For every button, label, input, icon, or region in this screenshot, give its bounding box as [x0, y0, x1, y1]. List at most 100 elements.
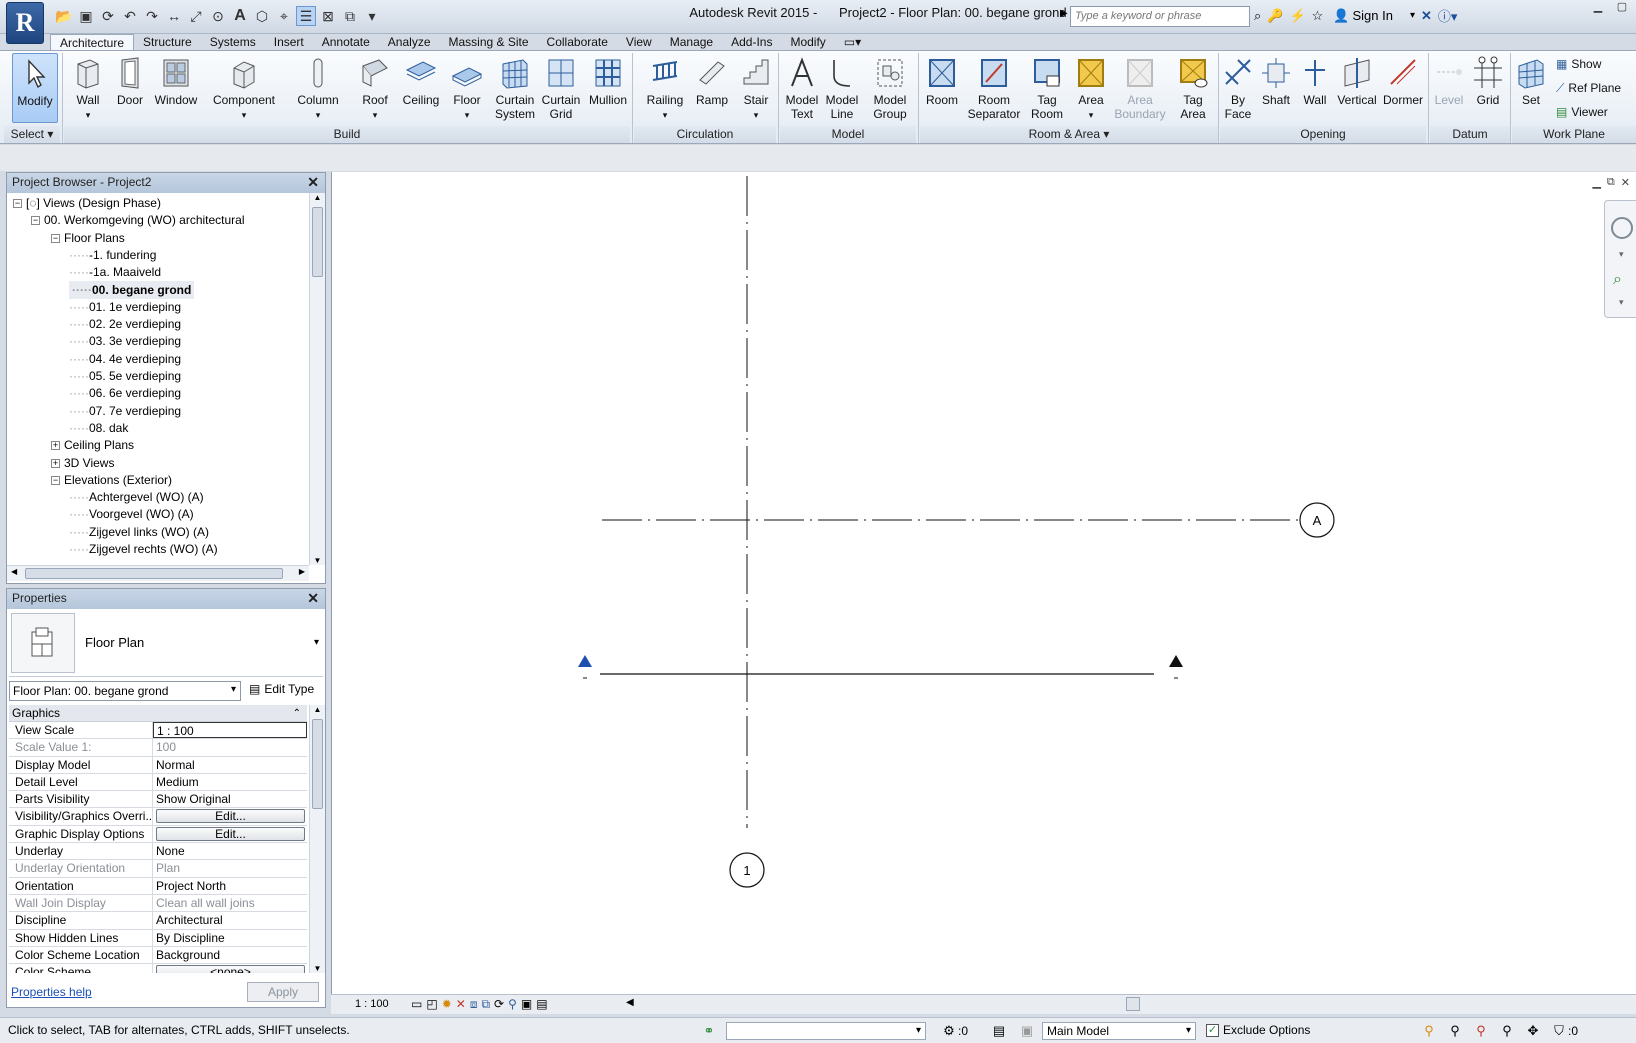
temporary-hide-icon[interactable]: ⚲	[508, 997, 517, 1012]
model-group-button[interactable]: Model Group	[866, 53, 914, 123]
scroll-thumb[interactable]	[25, 568, 283, 579]
binoculars-icon[interactable]: ⌕	[1254, 8, 1261, 24]
tab-view[interactable]: View	[617, 34, 661, 50]
chevron-down-icon[interactable]: ▾	[1619, 249, 1624, 260]
property-edit-button[interactable]: Edit...	[156, 809, 305, 824]
shaft-button[interactable]: Shaft	[1256, 53, 1296, 123]
3d-view-icon[interactable]: ⬡	[252, 6, 272, 26]
tree-item[interactable]: ·····02. 2e verdieping	[69, 315, 181, 333]
property-value[interactable]: Background	[153, 947, 307, 963]
tab-architecture[interactable]: Architecture	[50, 34, 135, 51]
property-edit-button[interactable]: Edit...	[156, 826, 305, 841]
minimize-icon[interactable]: ▁	[1592, 176, 1600, 189]
scroll-thumb[interactable]	[312, 207, 323, 277]
property-value[interactable]: <none>	[153, 964, 307, 973]
sun-path-icon[interactable]: ✹	[442, 997, 452, 1012]
viewer-button[interactable]: ▤ Viewer	[1556, 103, 1608, 121]
close-icon[interactable]: ✕	[1621, 176, 1630, 189]
type-selector[interactable]: Floor Plan ▾	[9, 611, 323, 677]
worksets-icon[interactable]: ⚭	[700, 1022, 718, 1040]
expand-icon[interactable]: +	[51, 458, 60, 468]
close-hidden-icon[interactable]: ⊠	[318, 6, 338, 26]
workset-dropdown[interactable]: ▾	[726, 1022, 926, 1040]
chevron-down-icon[interactable]: ▾	[1619, 297, 1624, 308]
text-icon[interactable]: A	[230, 6, 250, 26]
property-value[interactable]: Edit...	[153, 826, 307, 842]
design-options-icon[interactable]: ▤	[990, 1022, 1008, 1040]
tree-item[interactable]: ·····01. 1e verdieping	[69, 298, 181, 316]
tag-room-button[interactable]: Tag Room	[1024, 53, 1070, 123]
area-boundary-button[interactable]: Area Boundary	[1112, 53, 1168, 123]
design-option-dropdown[interactable]: Main Model ▾	[1042, 1022, 1196, 1040]
select-pinned-icon[interactable]: ⚲	[1472, 1022, 1490, 1040]
tree-item[interactable]: ·····03. 3e verdieping	[69, 332, 181, 350]
select-links-icon[interactable]: ⚲	[1420, 1022, 1438, 1040]
application-menu-button[interactable]: R	[6, 2, 44, 44]
exclude-options-checkbox[interactable]: ✓ Exclude Options	[1206, 1023, 1310, 1037]
show-workplane-button[interactable]: ▦ Show	[1556, 55, 1601, 73]
mullion-button[interactable]: Mullion	[584, 53, 632, 123]
column-button[interactable]: Column ▾	[292, 53, 344, 123]
sign-in-button[interactable]: 👤 Sign In ▾	[1333, 8, 1415, 24]
curtain-grid-button[interactable]: Curtain Grid	[538, 53, 584, 123]
aligned-dimension-icon[interactable]: ⤢	[186, 6, 206, 26]
tab-collaborate[interactable]: Collaborate	[538, 34, 617, 50]
tree-item[interactable]: −00. Werkomgeving (WO) architectural	[31, 211, 245, 229]
property-value[interactable]: None	[153, 843, 307, 859]
section-icon[interactable]: ⌖	[274, 6, 294, 26]
filter-icon[interactable]: ⛉	[1550, 1022, 1568, 1040]
tree-item[interactable]: +3D Views	[51, 454, 114, 472]
door-button[interactable]: Door	[110, 53, 150, 123]
shadows-icon[interactable]: ✕	[456, 997, 466, 1012]
close-icon[interactable]: ✕	[307, 174, 319, 191]
scroll-right-icon[interactable]: ▶	[299, 567, 305, 576]
switch-windows-icon[interactable]: ⧉	[340, 6, 360, 26]
wall-button[interactable]: Wall ▾	[66, 53, 110, 123]
open-icon[interactable]: 📂	[54, 6, 74, 26]
close-icon[interactable]: ✕	[307, 590, 319, 607]
tab-add-ins[interactable]: Add-Ins	[722, 34, 781, 50]
edit-type-button[interactable]: ▤ Edit Type	[249, 682, 314, 696]
detail-level-icon[interactable]: ▭	[411, 997, 422, 1012]
browser-horizontal-scrollbar[interactable]: ◀ ▶	[7, 565, 309, 581]
tree-item[interactable]: ·····Achtergevel (WO) (A)	[69, 488, 204, 506]
horizontal-scroll-thumb[interactable]	[1126, 997, 1140, 1011]
scroll-up-icon[interactable]: ▲	[310, 705, 325, 714]
steeringwheel-icon[interactable]	[1611, 217, 1633, 239]
collapse-icon[interactable]: −	[13, 199, 22, 208]
window-button[interactable]: Window	[150, 53, 202, 123]
scroll-down-icon[interactable]: ▼	[310, 964, 325, 973]
tab-modify[interactable]: Modify	[781, 34, 834, 50]
property-value[interactable]: Normal	[153, 757, 307, 773]
area-button[interactable]: Area ▾	[1072, 53, 1110, 123]
tree-item[interactable]: ·····00. begane grond	[69, 280, 195, 299]
properties-vertical-scrollbar[interactable]: ▲ ▼	[309, 705, 325, 973]
tab-annotate[interactable]: Annotate	[313, 34, 379, 50]
scroll-down-icon[interactable]: ▼	[310, 556, 325, 565]
tree-item[interactable]: − [◌] Views (Design Phase)	[13, 194, 161, 212]
set-workplane-button[interactable]: Set	[1514, 53, 1548, 123]
tab-massing-site[interactable]: Massing & Site	[440, 34, 538, 50]
crop-view-icon[interactable]: ⧈	[470, 997, 478, 1012]
analytical-model-icon[interactable]: ▤	[536, 997, 547, 1012]
ramp-button[interactable]: Ramp	[690, 53, 734, 123]
editing-requests-icon[interactable]: ⚙	[940, 1022, 958, 1040]
wall-opening-button[interactable]: Wall	[1298, 53, 1332, 123]
property-value[interactable]: Architectural	[153, 912, 307, 928]
room-button[interactable]: Room	[922, 53, 962, 123]
floor-button[interactable]: Floor ▾	[446, 53, 488, 123]
collapse-icon[interactable]: −	[31, 216, 40, 226]
tree-item[interactable]: + Ceiling Plans	[51, 436, 134, 454]
tab-structure[interactable]: Structure	[134, 34, 201, 50]
drawing-area[interactable]: 1 A ▁ ⧉ ✕ ▾ ⌕ ▾	[331, 172, 1636, 1006]
modify-button[interactable]: Modify	[12, 53, 58, 123]
browser-vertical-scrollbar[interactable]: ▲ ▼	[309, 193, 325, 565]
view-scale[interactable]: 1 : 100	[355, 998, 389, 1010]
tab-manage[interactable]: Manage	[661, 34, 722, 50]
tag-icon[interactable]: ⊙	[208, 6, 228, 26]
sync-icon[interactable]: ⟳	[98, 6, 118, 26]
tree-item[interactable]: ·····Voorgevel (WO) (A)	[69, 505, 194, 523]
tree-item[interactable]: ·····-1a. Maaiveld	[69, 263, 161, 281]
tree-item[interactable]: − Floor Plans	[51, 229, 125, 247]
tree-item[interactable]: ·····05. 5e verdieping	[69, 367, 181, 385]
